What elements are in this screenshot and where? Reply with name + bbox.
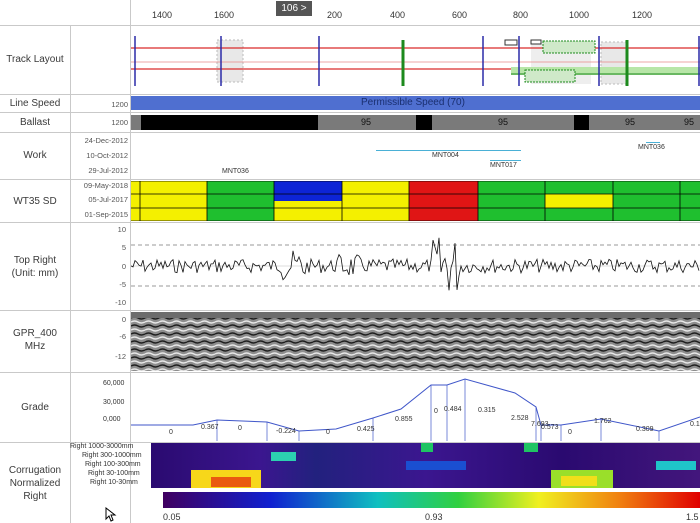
corrugation-band: Right 300-1000mm	[82, 452, 142, 459]
gpr-tick: 0	[121, 315, 126, 324]
grade-tick: 0,000	[103, 416, 121, 423]
ruler-tick: 1000	[569, 10, 590, 20]
wt35-date: 05-Jul-2017	[88, 195, 128, 204]
ballast-value: 95	[625, 117, 636, 127]
line-speed-bar[interactable]: Permissible Speed (70)	[131, 96, 700, 110]
grade-value: 0.573	[541, 424, 559, 431]
work-item-label[interactable]: MNT036	[222, 168, 249, 175]
gpr-tick: -6	[119, 332, 126, 341]
grade-value: 2.528	[511, 415, 529, 422]
ballast-sub: 1200	[111, 118, 128, 127]
work-date: 10-Oct-2012	[86, 151, 128, 160]
wt35-grid[interactable]	[131, 181, 700, 221]
work-item-label[interactable]: MNT017	[490, 162, 517, 169]
line-speed-sub: 1200	[111, 100, 128, 109]
colorbar	[163, 492, 700, 508]
top-right-tick: -10	[115, 298, 126, 307]
corrugation-heatmap[interactable]	[151, 443, 700, 488]
top-right-tick: 10	[117, 225, 126, 234]
ruler-tick: 800	[513, 10, 529, 20]
row-label-track-layout: Track Layout	[6, 54, 64, 65]
work-item-label[interactable]: MNT004	[432, 152, 459, 159]
grade-value: 1.762	[594, 418, 612, 425]
grade-value: 0.315	[478, 407, 496, 414]
ballast-value: 95	[361, 117, 372, 127]
ruler-tick: 200	[327, 10, 343, 20]
line-speed-text: Permissible Speed (70)	[361, 97, 465, 108]
ruler-tick: 1200	[632, 10, 653, 20]
top-right-tick: 0	[121, 262, 126, 271]
top-right-tick: -5	[119, 280, 126, 289]
grade-value: 0	[568, 429, 572, 436]
grade-value: 0.425	[357, 426, 375, 433]
grade-value: 0.1	[690, 421, 700, 428]
ballast-value: 95	[684, 117, 695, 127]
grade-value: 0	[326, 429, 330, 436]
ruler-tick: 600	[452, 10, 468, 20]
ballast-bar[interactable]: 95 95 95 95	[131, 115, 700, 130]
grade-value: -0.224	[276, 428, 296, 435]
grade-tick: 30,000	[103, 399, 125, 406]
top-right-plot[interactable]	[131, 223, 700, 309]
grade-value: 0.855	[395, 416, 413, 423]
row-label-corrugation: Corrugation Normalized Right	[8, 465, 62, 502]
chainage-marker[interactable]: 106 >	[276, 1, 312, 16]
row-label-line-speed: Line Speed	[9, 98, 61, 109]
work-date: 29-Jul-2012	[88, 166, 128, 175]
grade-value: 0.309	[636, 426, 654, 433]
track-layout-diagram[interactable]	[131, 26, 700, 94]
wt35-date: 01-Sep-2015	[84, 210, 128, 219]
work-item-label[interactable]: MNT036	[638, 144, 665, 151]
row-label-gpr: GPR_400 MHz	[13, 328, 57, 352]
corrugation-band: Right 30-100mm	[88, 470, 140, 477]
ruler-tick: 1600	[214, 10, 235, 20]
track-viewer: 1400 1600 200 400 600 800 1000 1200 106 …	[0, 0, 700, 523]
mouse-pointer-icon	[105, 507, 117, 522]
gpr-tick: -12	[115, 352, 126, 361]
row-label-ballast: Ballast	[19, 117, 50, 128]
ballast-value: 95	[498, 117, 509, 127]
work-date: 24-Dec-2012	[84, 136, 128, 145]
gpr-radargram[interactable]	[131, 312, 700, 371]
wt35-date: 09-May-2018	[83, 181, 128, 190]
row-label-grade: Grade	[21, 402, 49, 413]
distance-ruler[interactable]: 1400 1600 200 400 600 800 1000 1200 106 …	[130, 0, 700, 25]
grade-value: 0.484	[444, 406, 462, 413]
top-right-tick: 5	[121, 243, 126, 252]
grade-value: 0.367	[201, 424, 219, 431]
ruler-tick: 1400	[152, 10, 173, 20]
corrugation-band: Right 10-30mm	[90, 479, 138, 486]
row-label-wt35: WT35 SD	[13, 196, 57, 207]
colorbar-tick: 0.93	[425, 512, 443, 522]
colorbar-tick: 1.5	[686, 512, 699, 522]
ruler-tick: 400	[390, 10, 406, 20]
grade-value: 0	[169, 429, 173, 436]
row-label-top-right: Top Right (Unit: mm)	[11, 255, 59, 279]
colorbar-tick: 0.05	[163, 512, 181, 522]
grade-value: 0	[238, 425, 242, 432]
grade-value: 0	[434, 408, 438, 415]
corrugation-band: Right 1000-3000mm	[70, 443, 134, 450]
corrugation-band: Right 100-300mm	[85, 461, 141, 468]
row-label-work: Work	[23, 150, 47, 161]
grade-tick: 60,000	[103, 380, 125, 387]
